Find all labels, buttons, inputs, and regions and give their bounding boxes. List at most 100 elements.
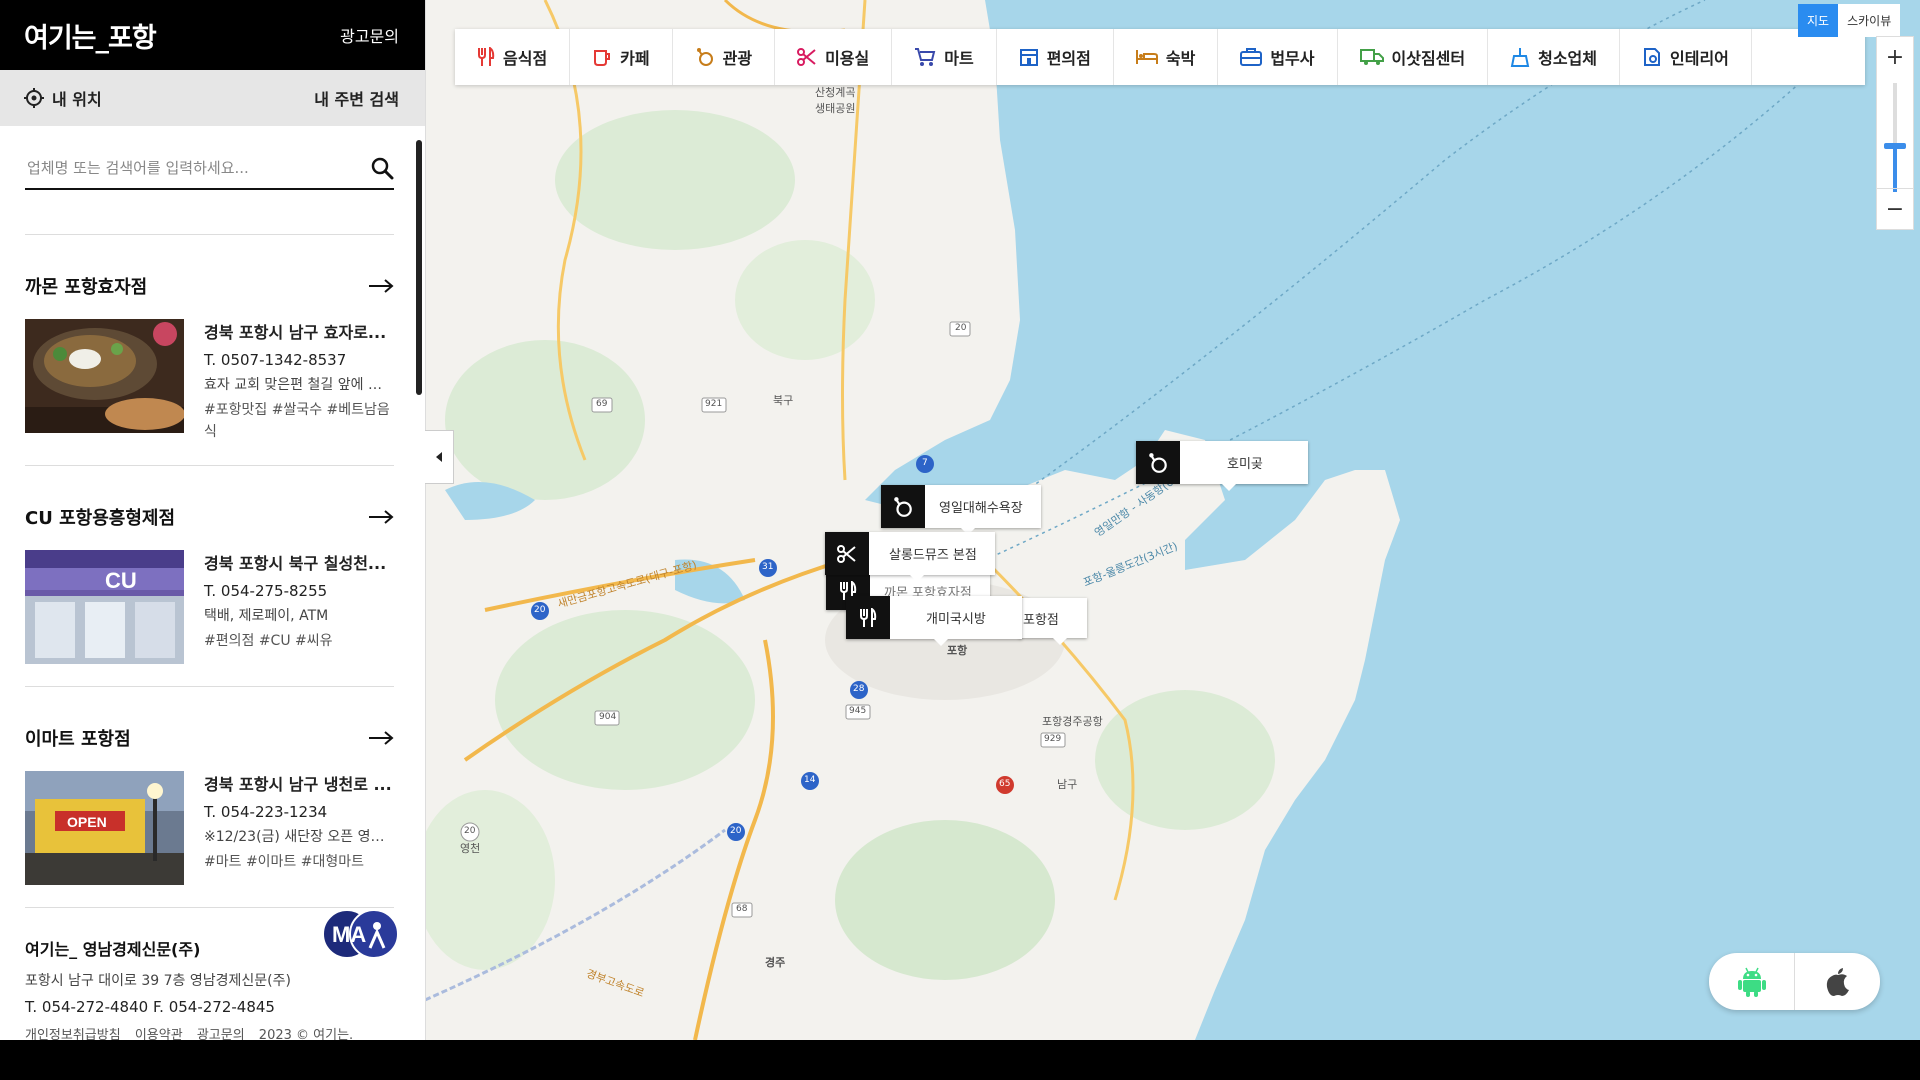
list-item[interactable]: CU 포항용흥형제점 CU 경북 포항시 북구 칠성천... T. 054-27…: [25, 466, 394, 687]
road-number: 945: [849, 706, 867, 716]
listing-tags: #마트 #이마트 #대형마트: [204, 854, 365, 870]
listing-title[interactable]: 이마트 포항점: [25, 725, 131, 751]
category-lodging[interactable]: 숙박: [1114, 29, 1219, 85]
category-label: 관광: [722, 49, 753, 68]
sidebar: 여기는_포항 광고문의 내 위치 내 주변 검색 업체명 또는 검색어를 입력하…: [0, 0, 426, 1040]
road-number: 69: [596, 399, 608, 409]
terms-link[interactable]: 이용약관: [135, 1028, 183, 1040]
marker-label: 호미곶: [1227, 457, 1263, 472]
category-salon[interactable]: 미용실: [775, 29, 893, 85]
category-moving[interactable]: 이삿짐센터: [1338, 29, 1489, 85]
search-input[interactable]: [25, 158, 359, 178]
listing-photo[interactable]: [25, 319, 184, 433]
nearby-search-button[interactable]: 내 주변 검색: [314, 86, 399, 110]
ios-app-button[interactable]: [1795, 953, 1880, 1010]
search-icon[interactable]: [370, 156, 394, 180]
zoom-level-fill: [1893, 147, 1897, 192]
listing-tags: #포항맛집 #쌀국수 #베트남음식: [204, 402, 390, 440]
road-number: 20: [464, 826, 476, 836]
category-cafe[interactable]: 카페: [570, 29, 673, 85]
list-item[interactable]: 까몬 포항효자점 경북 포항시 남구 효자로... T. 0507-1342-8…: [25, 235, 394, 466]
map-type-toggle: 지도 스카이뷰: [1798, 4, 1901, 37]
map-marker[interactable]: 살롱드뮤즈 본점: [825, 532, 995, 582]
broom-icon: [1510, 48, 1530, 67]
truck-icon: [1359, 49, 1384, 65]
privacy-policy-link[interactable]: 개인정보취급방침: [25, 1028, 121, 1040]
footer-tel: T. 054-272-4840 F. 054-272-4845: [25, 998, 275, 1016]
listing-address: 경북 포항시 북구 칠성천...: [204, 554, 387, 573]
location-bar: 내 위치 내 주변 검색: [0, 70, 425, 126]
listing-title[interactable]: CU 포항용흥형제점: [25, 504, 175, 530]
zoom-in-button[interactable]: +: [1877, 37, 1913, 77]
listing-phone: T. 054-275-8255: [204, 582, 328, 600]
map-type-skyview-button[interactable]: 스카이뷰: [1838, 4, 1901, 37]
collapse-sidebar-button[interactable]: [425, 430, 454, 484]
map-marker[interactable]: 호미곶: [1136, 441, 1308, 491]
map-label: 영천: [460, 842, 481, 855]
listing-title[interactable]: 까몬 포항효자점: [25, 273, 147, 299]
map-canvas[interactable]: 북구 남구 포항 경주 영천 포항경주공항 산청계곡 생태공원 새만금포항고속도…: [425, 0, 1920, 1040]
road-number: 31: [762, 562, 774, 572]
category-label: 이삿짐센터: [1391, 49, 1466, 68]
copyright-text: 2023 © 여기는.: [258, 1028, 354, 1040]
map-label: 산청계곡 생태공원: [815, 86, 856, 115]
my-location-button[interactable]: 내 위치: [24, 86, 102, 110]
category-interior[interactable]: 인테리어: [1620, 29, 1752, 85]
svg-text:OPEN: OPEN: [67, 814, 107, 830]
listing-address: 경북 포항시 남구 효자로...: [204, 323, 387, 342]
category-convenience-store[interactable]: 편의점: [997, 29, 1114, 85]
listing-description: 택배, 제로페이, ATM: [204, 608, 329, 624]
sidebar-footer: 여기는_ 영남경제신문(주) 포항시 남구 대이로 39 7층 영남경제신문(주…: [25, 909, 399, 1040]
brand-bar: 여기는_포항 광고문의: [0, 0, 425, 70]
road-number: 20: [955, 323, 967, 333]
category-mart[interactable]: 마트: [892, 29, 997, 85]
listing-phone: T. 054-223-1234: [204, 803, 328, 821]
category-cleaning[interactable]: 청소업체: [1488, 29, 1620, 85]
arrow-right-icon[interactable]: [368, 510, 394, 524]
zoom-out-button[interactable]: −: [1877, 188, 1913, 229]
tour-icon: [1136, 441, 1180, 484]
arrow-right-icon[interactable]: [368, 279, 394, 293]
header-ad-link[interactable]: 광고문의: [340, 23, 399, 47]
category-label: 미용실: [825, 49, 870, 68]
category-label: 법무사: [1270, 49, 1315, 68]
sidebar-scrollbar[interactable]: [416, 140, 422, 395]
category-legal[interactable]: 법무사: [1218, 29, 1338, 85]
listing-phone: T. 0507-1342-8537: [204, 351, 347, 369]
arrow-right-icon[interactable]: [368, 731, 394, 745]
listing-photo[interactable]: CU: [25, 550, 184, 664]
category-restaurant[interactable]: 음식점: [455, 29, 571, 85]
category-label: 편의점: [1046, 49, 1091, 68]
marker-label: 개미국시방: [926, 612, 986, 627]
scissors-icon: [797, 48, 816, 66]
zoom-slider-handle[interactable]: [1884, 143, 1906, 149]
list-item[interactable]: 이마트 포항점 OPEN 경북 포항시 남구 냉천로 ... T. 054-22…: [25, 687, 394, 908]
map-type-map-button[interactable]: 지도: [1798, 4, 1839, 37]
tour-icon: [696, 48, 713, 66]
map-label: 포항경주공항: [1042, 715, 1103, 728]
listing-address: 경북 포항시 남구 냉천로 ...: [204, 775, 392, 794]
road-number: 28: [853, 684, 865, 694]
road-number: 20: [730, 826, 742, 836]
road-number: 68: [736, 904, 748, 914]
listing-description: 효자 교회 맞은편 철길 앞에 위...: [204, 377, 394, 393]
map-marker[interactable]: 개미국시방: [846, 596, 1022, 646]
category-tour[interactable]: 관광: [673, 29, 776, 85]
app-download-buttons: [1709, 953, 1880, 1010]
map-marker[interactable]: 포항점: [1019, 598, 1087, 645]
map-label: 경주: [765, 956, 786, 969]
listing-description: ※12/23(금) 새단장 오픈 영업...: [204, 829, 394, 845]
road-number: 7: [922, 458, 928, 468]
android-app-button[interactable]: [1709, 953, 1795, 1010]
chevron-left-icon: [436, 452, 442, 462]
fork-knife-icon: [478, 47, 495, 66]
map-marker[interactable]: 영일대해수욕장: [881, 485, 1041, 535]
brand-logo[interactable]: 여기는_포항: [24, 16, 157, 55]
listing-photo[interactable]: OPEN: [25, 771, 184, 885]
store-icon: [1019, 49, 1038, 66]
map-tiles[interactable]: [425, 0, 1920, 1040]
category-label: 청소업체: [1538, 49, 1597, 68]
footer-ad-link[interactable]: 광고문의: [197, 1028, 245, 1040]
cart-icon: [915, 48, 936, 66]
search-box: [25, 148, 394, 190]
